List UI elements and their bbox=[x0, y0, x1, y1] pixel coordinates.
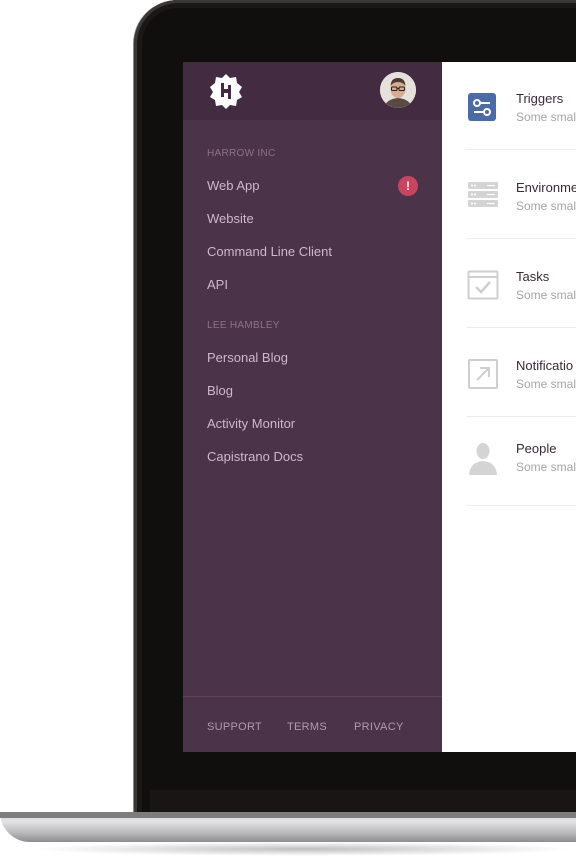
nav-item-api[interactable]: API bbox=[207, 277, 228, 292]
person-icon bbox=[467, 440, 499, 475]
nav-item-capistrano-docs[interactable]: Capistrano Docs bbox=[207, 449, 303, 464]
triggers-icon bbox=[467, 92, 499, 124]
row-title: People bbox=[516, 441, 557, 456]
list-item-environment[interactable]: Environme Some smal bbox=[442, 151, 576, 239]
nav-item-website[interactable]: Website bbox=[207, 211, 254, 226]
footer-link-privacy[interactable]: PRIVACY bbox=[354, 721, 404, 733]
nav-item-blog[interactable]: Blog bbox=[207, 383, 233, 398]
row-divider bbox=[466, 416, 576, 417]
row-subtitle: Some smal bbox=[516, 377, 576, 391]
row-title: Notificatio bbox=[516, 358, 574, 373]
row-subtitle: Some smal bbox=[516, 199, 576, 213]
row-title: Triggers bbox=[516, 91, 564, 106]
section-title-harrow-inc: HARROW INC bbox=[207, 148, 276, 159]
sidebar: HARROW INC Web App ! Website Command Lin… bbox=[183, 62, 442, 752]
sidebar-header bbox=[183, 62, 442, 120]
section-title-lee-hambley: LEE HAMBLEY bbox=[207, 320, 280, 331]
nav-item-activity-monitor[interactable]: Activity Monitor bbox=[207, 416, 295, 431]
laptop-shadow bbox=[30, 842, 576, 856]
laptop-bezel bbox=[150, 790, 576, 812]
row-subtitle: Some smal bbox=[516, 110, 576, 124]
tasks-icon bbox=[467, 269, 499, 301]
notification-icon bbox=[467, 358, 499, 390]
environment-icon bbox=[467, 179, 499, 211]
row-divider bbox=[466, 505, 576, 506]
footer-link-support[interactable]: SUPPORT bbox=[207, 721, 262, 733]
nav-item-command-line-client[interactable]: Command Line Client bbox=[207, 244, 332, 259]
app-screen: HARROW INC Web App ! Website Command Lin… bbox=[183, 62, 576, 752]
row-subtitle: Some smal bbox=[516, 288, 576, 302]
row-divider bbox=[466, 327, 576, 328]
user-avatar[interactable] bbox=[380, 72, 416, 108]
harrow-logo-icon[interactable] bbox=[207, 72, 245, 110]
row-divider bbox=[466, 238, 576, 239]
footer-link-terms[interactable]: TERMS bbox=[287, 721, 327, 733]
list-item-tasks[interactable]: Tasks Some smal bbox=[442, 240, 576, 328]
alert-icon: ! bbox=[398, 176, 418, 196]
row-title: Environme bbox=[516, 180, 576, 195]
nav-item-personal-blog[interactable]: Personal Blog bbox=[207, 350, 288, 365]
list-item-triggers[interactable]: Triggers Some smal bbox=[442, 62, 576, 150]
list-item-notifications[interactable]: Notificatio Some smal bbox=[442, 329, 576, 417]
settings-list: Triggers Some smal Environme Some smal T… bbox=[442, 62, 576, 752]
row-title: Tasks bbox=[516, 269, 550, 284]
sidebar-footer-divider bbox=[183, 696, 442, 697]
row-divider bbox=[466, 149, 576, 150]
list-item-people[interactable]: People Some smal bbox=[442, 418, 576, 506]
row-subtitle: Some smal bbox=[516, 460, 576, 474]
nav-item-web-app[interactable]: Web App bbox=[207, 178, 260, 193]
laptop-hinge bbox=[0, 812, 576, 818]
